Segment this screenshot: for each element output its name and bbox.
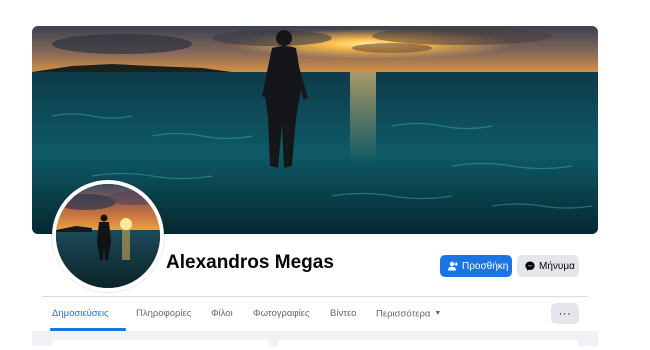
message-label: Μήνυμα <box>539 260 575 272</box>
tab-about[interactable]: Πληροφορίες <box>136 297 191 331</box>
tab-more-label: Περισσότερα <box>376 308 431 320</box>
tab-videos[interactable]: Βίντεο <box>330 297 356 331</box>
add-friend-label: Προσθήκη <box>462 260 509 272</box>
message-button[interactable]: Μήνυμα <box>517 255 579 277</box>
tab-photos[interactable]: Φωτογραφίες <box>253 297 310 331</box>
tab-posts[interactable]: Δημοσιεύσεις <box>52 297 109 331</box>
tab-friends[interactable]: Φίλοι <box>211 297 233 331</box>
add-friend-icon <box>448 261 458 271</box>
profile-name: Alexandros Megas <box>166 252 334 273</box>
more-dots-icon: ··· <box>558 307 572 320</box>
caret-down-icon: ▼ <box>434 310 442 317</box>
add-friend-button[interactable]: Προσθήκη <box>440 255 512 277</box>
avatar-image <box>56 184 160 288</box>
feed-card <box>278 340 578 350</box>
tab-more[interactable]: Περισσότερα ▼ <box>376 297 441 331</box>
intro-card <box>52 340 270 350</box>
profile-tabs: Δημοσιεύσεις Πληροφορίες Φίλοι Φωτογραφί… <box>42 297 588 331</box>
messenger-icon <box>525 261 535 271</box>
more-options-button[interactable]: ··· <box>551 303 579 324</box>
profile-avatar[interactable] <box>52 180 164 292</box>
